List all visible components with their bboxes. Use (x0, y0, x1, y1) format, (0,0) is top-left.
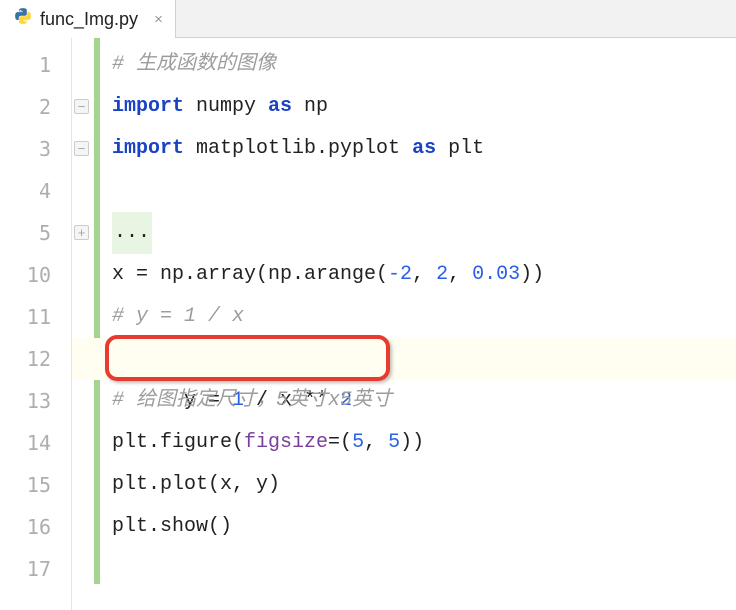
code-area[interactable]: − − + # 生成函数的图像 import numpy as np impor… (72, 38, 736, 610)
annotation-highlight-box (105, 335, 390, 381)
line-number: 1 (0, 44, 71, 86)
code-line[interactable] (72, 170, 736, 212)
tab-filename: func_Img.py (40, 9, 138, 30)
code-line[interactable]: plt.figure(figsize=(5, 5)) (72, 422, 736, 464)
code-line[interactable]: # y = 1 / x (72, 296, 736, 338)
line-number: 12 (0, 338, 71, 380)
line-number: 4 (0, 170, 71, 212)
code-line[interactable]: # 给图指定尺寸，5英寸x5英寸 (72, 380, 736, 422)
line-number: 11 (0, 296, 71, 338)
code-line[interactable]: plt.plot(x, y) (72, 464, 736, 506)
editor: 1 2 3 4 5 10 11 12 13 14 15 16 17 − − + … (0, 38, 736, 610)
line-number: 14 (0, 422, 71, 464)
code-line[interactable]: import matplotlib.pyplot as plt (72, 128, 736, 170)
line-number: 15 (0, 464, 71, 506)
python-icon (14, 7, 32, 32)
folded-indicator[interactable]: ... (112, 212, 152, 254)
line-number: 3 (0, 128, 71, 170)
code-line[interactable]: # 生成函数的图像 (72, 44, 736, 86)
line-number: 17 (0, 548, 71, 590)
code-line[interactable]: plt.show() (72, 506, 736, 548)
code-line[interactable]: x = np.array(np.arange(-2, 2, 0.03)) (72, 254, 736, 296)
file-tab[interactable]: func_Img.py × (0, 0, 176, 38)
line-number: 2 (0, 86, 71, 128)
line-number: 5 (0, 212, 71, 254)
close-icon[interactable]: × (152, 11, 165, 28)
line-number-gutter: 1 2 3 4 5 10 11 12 13 14 15 16 17 (0, 38, 72, 610)
code-line[interactable] (72, 548, 736, 590)
line-number: 16 (0, 506, 71, 548)
line-number: 13 (0, 380, 71, 422)
comment-text: # y = 1 / x (112, 305, 244, 328)
comment-text: # 给图指定尺寸，5英寸x5英寸 (112, 389, 392, 412)
code-line-folded[interactable]: ... (72, 212, 736, 254)
comment-text: # 生成函数的图像 (112, 53, 276, 76)
line-number: 10 (0, 254, 71, 296)
tab-bar: func_Img.py × (0, 0, 736, 38)
code-line-highlighted[interactable]: y = 1 / x ** 2 (72, 338, 736, 380)
code-line[interactable]: import numpy as np (72, 86, 736, 128)
